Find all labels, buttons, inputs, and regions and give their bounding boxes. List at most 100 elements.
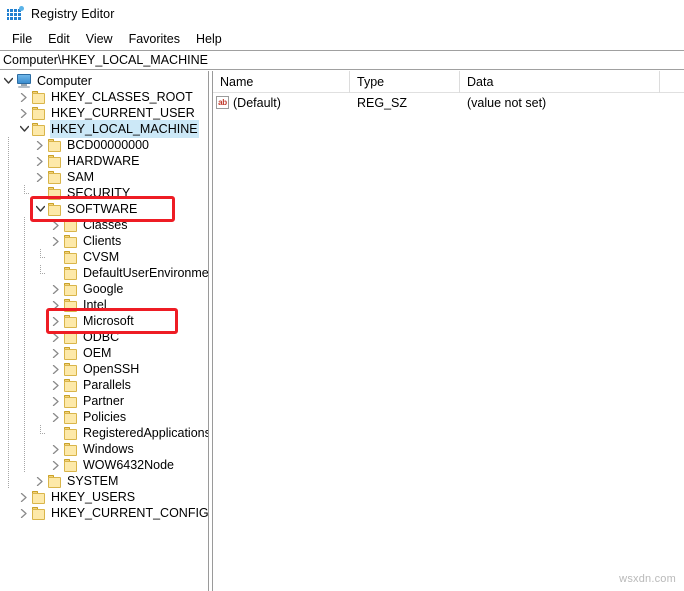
- chevron-right-icon[interactable]: [48, 329, 64, 345]
- menu-item-edit[interactable]: Edit: [40, 30, 78, 48]
- tree-item-partner[interactable]: Partner: [0, 393, 208, 409]
- tree-item-cvsm[interactable]: CVSM: [0, 249, 208, 265]
- tree-indent-guide: [16, 313, 32, 329]
- chevron-right-icon[interactable]: [48, 281, 64, 297]
- column-header-type[interactable]: Type: [350, 71, 460, 93]
- tree-item-hkey-current-config[interactable]: HKEY_CURRENT_CONFIG: [0, 505, 208, 521]
- tree-indent-guide: [16, 393, 32, 409]
- tree-item-clients[interactable]: Clients: [0, 233, 208, 249]
- value-data: (value not set): [467, 95, 547, 110]
- chevron-right-icon[interactable]: [32, 153, 48, 169]
- folder-icon: [64, 442, 78, 456]
- chevron-right-icon[interactable]: [48, 409, 64, 425]
- chevron-right-icon[interactable]: [32, 137, 48, 153]
- menu-item-view[interactable]: View: [78, 30, 121, 48]
- chevron-down-icon[interactable]: [16, 121, 32, 137]
- tree-item-wow6432node[interactable]: WOW6432Node: [0, 457, 208, 473]
- chevron-right-icon[interactable]: [48, 393, 64, 409]
- registry-path: Computer\HKEY_LOCAL_MACHINE: [3, 53, 208, 67]
- chevron-right-icon[interactable]: [48, 441, 64, 457]
- tree-item-label: Classes: [83, 218, 128, 232]
- tree-indent-guide: [0, 409, 16, 425]
- chevron-right-icon[interactable]: [48, 233, 64, 249]
- tree-indent-guide: [32, 329, 48, 345]
- tree-indent-guide: [32, 297, 48, 313]
- tree-indent-guide: [16, 233, 32, 249]
- tree-item-label: HKEY_CURRENT_USER: [51, 106, 195, 120]
- menu-item-help[interactable]: Help: [188, 30, 230, 48]
- tree-item-label: WOW6432Node: [83, 458, 175, 472]
- chevron-right-icon[interactable]: [16, 105, 32, 121]
- folder-icon: [64, 218, 78, 232]
- registry-tree-pane: Computer HKEY_CLASSES_ROOT HKEY_CURRENT_US…: [0, 71, 208, 591]
- tree-item-label: DefaultUserEnvironmen: [83, 266, 208, 280]
- tree-indent-guide: [16, 329, 32, 345]
- tree-item-bcd00000000[interactable]: BCD00000000: [0, 137, 208, 153]
- menu-item-file[interactable]: File: [4, 30, 40, 48]
- chevron-right-icon[interactable]: [48, 297, 64, 313]
- tree-item-hkey-local-machine[interactable]: HKEY_LOCAL_MACHINE: [0, 120, 208, 138]
- tree-indent-guide: [0, 105, 16, 121]
- tree-item-hardware[interactable]: HARDWARE: [0, 153, 208, 169]
- tree-indent-guide: [16, 345, 32, 361]
- tree-indent-guide: [16, 201, 32, 217]
- chevron-right-icon[interactable]: [48, 377, 64, 393]
- column-header-data[interactable]: Data: [460, 71, 660, 93]
- tree-item-google[interactable]: Google: [0, 281, 208, 297]
- tree-leaf-spacer: [48, 425, 64, 441]
- chevron-right-icon[interactable]: [48, 345, 64, 361]
- chevron-right-icon[interactable]: [48, 217, 64, 233]
- tree-indent-guide: [0, 281, 16, 297]
- chevron-down-icon[interactable]: [32, 201, 48, 217]
- tree-item-oem[interactable]: OEM: [0, 345, 208, 361]
- tree-indent-guide: [16, 217, 32, 233]
- tree-item-microsoft[interactable]: Microsoft: [0, 313, 208, 329]
- tree-item-policies[interactable]: Policies: [0, 409, 208, 425]
- tree-item-software[interactable]: SOFTWARE: [0, 201, 208, 217]
- tree-item-hkey-classes-root[interactable]: HKEY_CLASSES_ROOT: [0, 89, 208, 105]
- tree-item-odbc[interactable]: ODBC: [0, 329, 208, 345]
- registry-values-pane: Name Type Data ab (Default) REG_SZ (value n…: [213, 71, 684, 591]
- value-row[interactable]: ab (Default) REG_SZ (value not set): [213, 93, 684, 112]
- folder-icon: [48, 186, 62, 200]
- tree-indent-guide: [0, 137, 16, 153]
- folder-icon: [48, 202, 62, 216]
- tree-item-parallels[interactable]: Parallels: [0, 377, 208, 393]
- tree-indent-guide: [0, 153, 16, 169]
- tree-item-hkey-users[interactable]: HKEY_USERS: [0, 489, 208, 505]
- tree-item-windows[interactable]: Windows: [0, 441, 208, 457]
- tree-item-hkey-current-user[interactable]: HKEY_CURRENT_USER: [0, 105, 208, 121]
- tree-item-system[interactable]: SYSTEM: [0, 473, 208, 489]
- tree-item-registeredapplications[interactable]: RegisteredApplications: [0, 425, 208, 441]
- tree-item-computer[interactable]: Computer: [0, 73, 208, 89]
- chevron-right-icon[interactable]: [16, 489, 32, 505]
- chevron-right-icon[interactable]: [32, 473, 48, 489]
- chevron-right-icon[interactable]: [48, 361, 64, 377]
- tree-item-label: HARDWARE: [67, 154, 140, 168]
- chevron-right-icon[interactable]: [32, 169, 48, 185]
- folder-icon: [48, 154, 62, 168]
- chevron-right-icon[interactable]: [16, 505, 32, 521]
- tree-indent-guide: [0, 457, 16, 473]
- tree-item-sam[interactable]: SAM: [0, 169, 208, 185]
- folder-icon: [64, 234, 78, 248]
- tree-indent-guide: [16, 441, 32, 457]
- chevron-right-icon[interactable]: [48, 457, 64, 473]
- chevron-right-icon[interactable]: [48, 313, 64, 329]
- tree-indent-guide: [16, 137, 32, 153]
- tree-item-defaultuserenvironmen[interactable]: DefaultUserEnvironmen: [0, 265, 208, 281]
- tree-leaf-spacer: [48, 265, 64, 281]
- tree-indent-guide: [32, 313, 48, 329]
- tree-item-security[interactable]: SECURITY: [0, 185, 208, 201]
- value-name: (Default): [233, 95, 281, 110]
- tree-item-classes[interactable]: Classes: [0, 217, 208, 233]
- tree-item-label: Clients: [83, 234, 122, 248]
- tree-item-intel[interactable]: Intel: [0, 297, 208, 313]
- column-header-name[interactable]: Name: [213, 71, 350, 93]
- chevron-right-icon[interactable]: [16, 89, 32, 105]
- address-bar[interactable]: Computer\HKEY_LOCAL_MACHINE: [0, 50, 684, 70]
- registry-tree: Computer HKEY_CLASSES_ROOT HKEY_CURRENT_US…: [0, 73, 208, 521]
- chevron-down-icon[interactable]: [0, 73, 16, 89]
- menu-item-favorites[interactable]: Favorites: [121, 30, 188, 48]
- tree-item-openssh[interactable]: OpenSSH: [0, 361, 208, 377]
